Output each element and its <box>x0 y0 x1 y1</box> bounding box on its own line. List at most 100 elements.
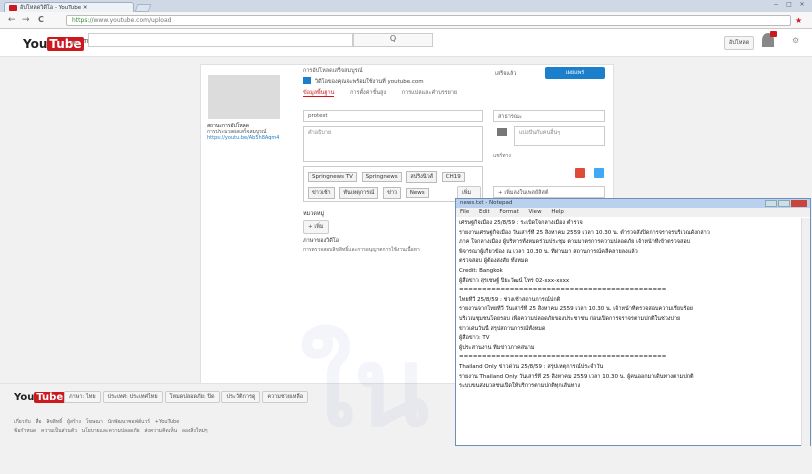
notepad-line: ตรวจสอบ ผู้ต้องสงสัย ทั้งหมด <box>459 258 529 265</box>
notepad-maximize-button[interactable] <box>778 200 790 207</box>
share-icon <box>497 128 507 136</box>
menu-view[interactable]: View <box>529 209 542 215</box>
footer-link[interactable]: ผู้สร้าง <box>67 419 81 425</box>
footer-link[interactable]: เกี่ยวกับ <box>14 419 31 425</box>
footer-link[interactable]: ลิขสิทธิ์ <box>46 419 62 425</box>
notepad-menubar: File Edit Format View Help <box>456 208 810 217</box>
rights-text: การตรวจสอบลิขสิทธิ์และการอนุญาตการใช้งาน… <box>303 247 420 253</box>
menu-file[interactable]: File <box>460 209 469 215</box>
tab-basic-info[interactable]: ข้อมูลพื้นฐาน <box>303 90 335 97</box>
notepad-line: ========================================… <box>459 354 667 361</box>
footer-link[interactable]: สื่อ <box>35 419 41 425</box>
tag-chip[interactable]: ข่าว <box>383 187 402 199</box>
video-thumbnail <box>208 75 280 119</box>
tag-chip[interactable]: Springnews TV <box>308 172 357 182</box>
video-language-label: ภาษาของวิดีโอ <box>303 238 340 244</box>
notepad-line: ข่าวเด่นวันนี้ สรุปสถานการณ์ทั้งหมด <box>459 325 546 332</box>
upload-done-icon <box>303 77 311 84</box>
publish-button[interactable]: เผยแพร่ <box>545 67 605 79</box>
social-label: แชร์ทาง <box>493 153 511 159</box>
footer-link[interactable]: ส่งความคิดเห็น <box>144 428 177 434</box>
footer-link[interactable]: +YouTube <box>155 419 180 425</box>
notepad-line: รายงานเศรษฐกิจเมือง วันเสาร์ที่ 25 สิงหา… <box>459 229 710 236</box>
done-label: เสร็จแล้ว <box>495 71 517 77</box>
menu-edit[interactable]: Edit <box>479 209 490 215</box>
description-field[interactable]: คำอธิบาย <box>303 126 483 162</box>
notepad-line: ภาค ใจกลางเมือง ผู้บริหารทั้งหมดร่วมประช… <box>459 239 691 246</box>
tag-chip[interactable]: สปริงนิวส์ <box>406 171 438 183</box>
tag-chip[interactable]: ข่าวเช้า <box>308 187 335 199</box>
notepad-text-area[interactable]: เศรษฐกิจเมือง 25/8/59 : ระเบิดใจกลางเมือ… <box>457 218 801 446</box>
guide-menu-icon[interactable]: ≡ <box>70 38 77 47</box>
url-protocol: https:// <box>72 17 94 24</box>
footer-link[interactable]: ข้อกำหนด <box>14 428 36 434</box>
minimize-button[interactable]: − <box>770 1 782 9</box>
safety-mode-button[interactable]: โหมดปลอดภัย: ปิด <box>164 391 220 403</box>
notepad-line: ========================================… <box>459 287 667 294</box>
notification-badge <box>770 31 777 37</box>
info-note: วิดีโอของคุณจะพร้อมใช้งานที่ youtube.com <box>315 79 424 85</box>
tab-translations[interactable]: การแปลและคำบรรยาย <box>402 90 457 96</box>
tag-chip[interactable]: News <box>405 188 429 198</box>
new-tab-button[interactable] <box>134 4 152 12</box>
tab-title: อัปโหลดวิดีโอ - YouTube <box>20 5 82 11</box>
footer-logo[interactable]: You Tube <box>14 392 66 403</box>
upload-button[interactable]: อัปโหลด <box>724 36 755 50</box>
notepad-line: เศรษฐกิจเมือง 25/8/59 : ระเบิดใจกลางเมือ… <box>459 220 583 226</box>
youtube-logo[interactable]: YouTubeTH <box>23 37 91 51</box>
tag-chip[interactable]: Springnews <box>361 172 402 182</box>
tags-field[interactable]: Springnews TV Springnews สปริงนิวส์ CH19… <box>303 166 483 202</box>
url-path: www.youtube.com/upload <box>93 17 172 24</box>
browser-tab[interactable]: อัปโหลดวิดีโอ - YouTube ✕ <box>4 2 134 12</box>
notepad-line: ผู้สื่อข่าว: TV <box>459 335 490 342</box>
notepad-line: รายงาน Thailand Only วันเสาร์ที่ 25 สิงห… <box>459 373 694 380</box>
footer-link[interactable]: นโยบายและความปลอดภัย <box>82 428 140 434</box>
notepad-line: ผู้ประสานงาน ทีมข่าวภาคสนาม <box>459 344 535 351</box>
reload-button[interactable]: C <box>38 15 44 24</box>
footer-link[interactable]: ความเป็นส่วนตัว <box>41 428 77 434</box>
youtube-favicon-icon <box>9 4 17 11</box>
title-field[interactable]: protest <box>303 110 483 122</box>
share-field[interactable]: แบ่งปันกับคนอื่นๆ <box>514 126 605 146</box>
notepad-line: รายงานจากไทยทีวี วันเสาร์ที่ 25 สิงหาคม … <box>459 306 694 313</box>
close-window-button[interactable]: ✕ <box>796 1 808 9</box>
country-button[interactable]: ประเทศ: ประเทศไทย <box>102 391 163 403</box>
notepad-minimize-button[interactable] <box>765 200 777 207</box>
notepad-title: news.txt - Notepad <box>460 200 513 206</box>
history-button[interactable]: ประวัติการดู <box>221 391 261 403</box>
google-plus-icon[interactable] <box>575 168 585 178</box>
add-to-playlist-button[interactable]: + เพิ่มลงในเพลย์ลิสต์ <box>493 186 605 198</box>
search-input[interactable] <box>88 33 353 47</box>
notepad-line: พิจารณาผู้เกี่ยวข้อง ณ เวลา 10.30 น. ที่… <box>459 248 638 255</box>
tab-advanced[interactable]: การตั้งค่าขั้นสูง <box>350 90 386 96</box>
footer-link[interactable]: ลองสิ่งใหม่ๆ <box>182 428 208 434</box>
language-button[interactable]: ภาษา: ไทย <box>64 391 101 403</box>
forward-button[interactable]: → <box>22 15 30 25</box>
footer-link[interactable]: นักพัฒนาซอฟต์แวร์ <box>108 419 150 425</box>
tag-chip[interactable]: ทันเหตุการณ์ <box>339 187 379 199</box>
maximize-button[interactable]: □ <box>783 1 795 9</box>
menu-format[interactable]: Format <box>499 209 518 215</box>
notepad-titlebar[interactable]: news.txt - Notepad <box>456 199 810 208</box>
notepad-line: ไทยทีวี 25/8/59 : ช่วงเช้าสถานการณ์ปกติ <box>459 296 561 303</box>
url-field[interactable]: https://www.youtube.com/upload <box>66 15 791 26</box>
menu-help[interactable]: Help <box>551 209 564 215</box>
notepad-line: Credit: Bangkok <box>459 267 503 274</box>
notepad-close-button[interactable] <box>791 200 807 207</box>
search-button[interactable]: Q <box>353 33 433 47</box>
notepad-line: บริเวณชุมชนโดยรอบ เพื่อความปลอดภัยของประ… <box>459 315 681 322</box>
footer-link[interactable]: โฆษณา <box>86 419 103 425</box>
tag-chip[interactable]: CH19 <box>441 172 465 182</box>
add-category-button[interactable]: + เพิ่ม <box>303 220 329 234</box>
bookmark-star-icon[interactable]: ★ <box>795 16 802 25</box>
privacy-select[interactable]: สาธารณะ <box>493 110 605 122</box>
notepad-scrollbar[interactable] <box>801 218 810 446</box>
notepad-line: Thailand Only ข่าวด่วน 25/8/59 : สรุปเหต… <box>459 363 604 370</box>
twitter-icon[interactable] <box>594 168 604 178</box>
status-line: การอัปโหลดเสร็จสมบูรณ์ <box>303 68 363 74</box>
category-label: หมวดหมู่ <box>303 211 325 217</box>
settings-gear-icon[interactable]: ⚙ <box>792 36 799 45</box>
back-button[interactable]: ← <box>8 15 16 25</box>
thumb-link[interactable]: https://youtu.be/Ab5h8Aqm4 <box>207 135 282 141</box>
notepad-line: ผู้สื่อข่าว สุรเชษฐ์ ปิยะวัฒน์ โทร 02-xx… <box>459 277 570 284</box>
